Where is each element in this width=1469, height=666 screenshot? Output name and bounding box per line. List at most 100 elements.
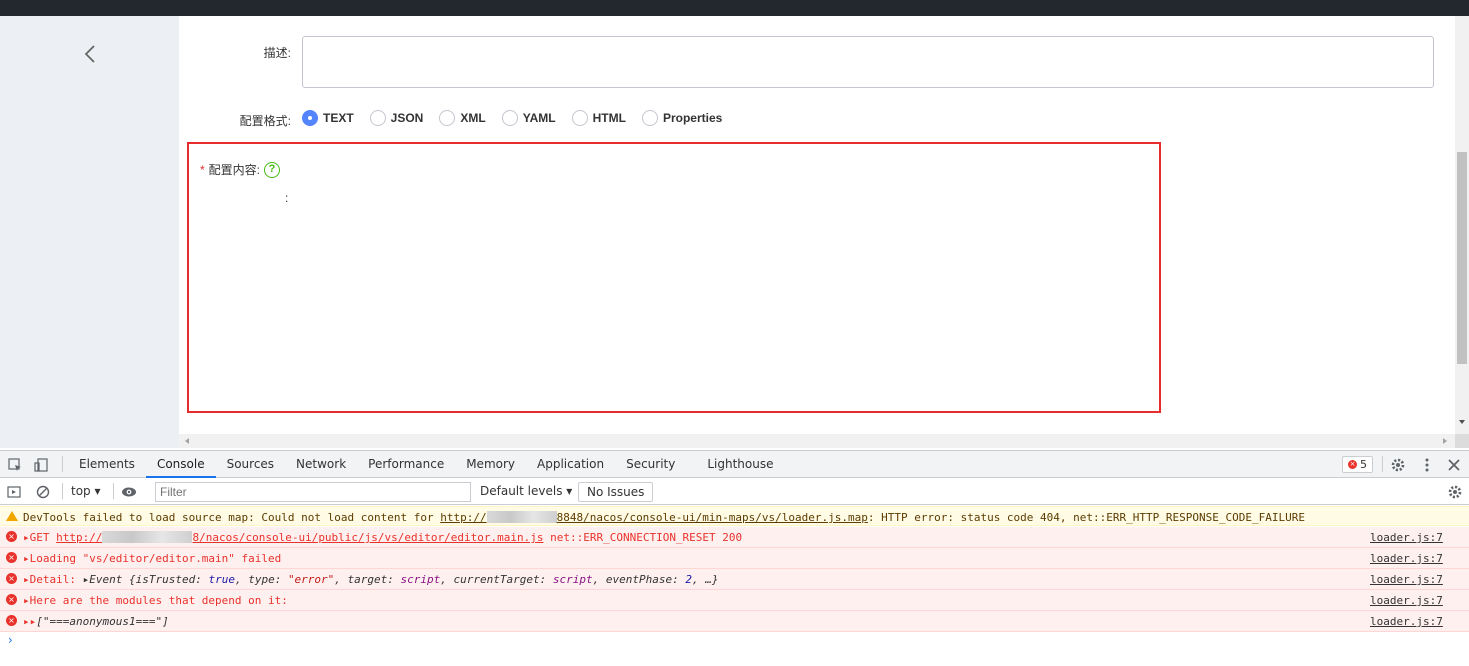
devtools-panel: Elements Console Sources Network Perform… [0, 450, 1469, 666]
warning-text: DevTools failed to load source map: Coul… [23, 511, 1305, 524]
show-sidebar-icon[interactable] [6, 484, 22, 500]
radio-label: YAML [522, 111, 556, 125]
radio-label: XML [460, 111, 486, 125]
warning-suffix: : HTTP error: status code 404, net::ERR_… [867, 511, 1305, 524]
tab-application[interactable]: Application [526, 451, 615, 478]
error-dot-icon: × [1348, 460, 1357, 469]
console-error-row[interactable]: × ▸Here are the modules that depend on i… [0, 590, 1469, 611]
divider [62, 483, 63, 499]
scrollbar-corner [1455, 434, 1469, 448]
close-devtools-icon[interactable] [1446, 457, 1462, 473]
error-count-badge[interactable]: × 5 [1342, 456, 1373, 473]
module-array[interactable]: ["===anonymous1==="] [36, 615, 168, 628]
error-message: Here are the modules that depend on it: [29, 594, 288, 607]
console-error-row[interactable]: × ▸Detail: ▸Event {isTrusted: true, type… [0, 569, 1469, 590]
source-link[interactable]: loader.js:7 [1370, 531, 1443, 544]
error-icon: × [6, 573, 17, 584]
left-panel [0, 16, 179, 448]
settings-gear-icon[interactable] [1390, 457, 1406, 473]
inspect-element-icon[interactable] [7, 457, 23, 473]
scroll-right-icon[interactable] [1443, 438, 1447, 444]
nacos-page: 描述: 配置格式: TEXT JSON XML YAML HTML Proper… [0, 16, 1469, 448]
radio-text[interactable]: TEXT [302, 110, 354, 126]
live-expression-eye-icon[interactable] [121, 484, 137, 500]
horizontal-scrollbar[interactable] [179, 434, 1455, 448]
console-error-row[interactable]: × ▸Loading "vs/editor/editor.main" faile… [0, 548, 1469, 569]
source-link[interactable]: loader.js:7 [1370, 594, 1443, 607]
error-text: ▸GET http://8/nacos/console-ui/public/js… [23, 531, 743, 544]
error-icon: × [6, 594, 17, 605]
error-status: net::ERR_CONNECTION_RESET 200 [543, 531, 743, 544]
error-url-end: 8/nacos/console-ui/public/js/vs/editor/e… [192, 531, 544, 544]
log-levels-value: Default levels [480, 484, 563, 498]
form-content: 描述: 配置格式: TEXT JSON XML YAML HTML Proper… [179, 16, 1455, 434]
console-prompt-icon[interactable]: › [8, 633, 13, 647]
error-url-link[interactable]: http:// 8/nacos/console-ui/public/js/vs/e… [56, 531, 543, 544]
radio-html[interactable]: HTML [571, 110, 626, 126]
source-link[interactable]: loader.js:7 [1370, 615, 1443, 628]
radio-properties[interactable]: Properties [641, 110, 723, 126]
tab-performance[interactable]: Performance [357, 451, 455, 478]
radio-yaml[interactable]: YAML [501, 110, 556, 126]
back-arrow-icon[interactable] [78, 42, 102, 66]
context-selector[interactable]: top ▾ [71, 484, 101, 498]
format-radio-group: TEXT JSON XML YAML HTML Properties [302, 109, 738, 127]
radio-xml[interactable]: XML [439, 110, 486, 126]
tab-console[interactable]: Console [145, 451, 216, 478]
console-filter-input[interactable] [155, 482, 471, 502]
source-link[interactable]: loader.js:7 [1370, 573, 1443, 586]
warning-prefix: DevTools failed to load source map: Coul… [23, 511, 441, 524]
error-text: ▸Loading "vs/editor/editor.main" failed [23, 552, 282, 565]
divider [113, 483, 114, 499]
vertical-scrollbar[interactable] [1455, 16, 1469, 434]
source-link[interactable]: loader.js:7 [1370, 552, 1443, 565]
devtools-tabbar: Elements Console Sources Network Perform… [0, 451, 1469, 478]
radio-dot [369, 110, 386, 126]
desc-label: 描述: [263, 46, 291, 60]
console-toolbar: top ▾ Default levels ▾ No Issues [0, 478, 1469, 505]
console-error-row[interactable]: × ▸GET http://8/nacos/console-ui/public/… [0, 527, 1469, 548]
radio-label: HTML [592, 111, 626, 125]
scroll-left-icon[interactable] [185, 438, 189, 444]
more-options-icon[interactable] [1419, 457, 1435, 473]
tab-sources[interactable]: Sources [216, 451, 285, 478]
radio-dot [439, 110, 456, 126]
content-label-text: 配置内容: [208, 163, 261, 177]
error-icon: × [6, 552, 17, 563]
devtools-tabs: Elements Console Sources Network Perform… [68, 451, 785, 478]
error-icon: × [6, 615, 17, 626]
console-settings-gear-icon[interactable] [1447, 484, 1463, 500]
desc-textarea[interactable] [302, 36, 1434, 88]
tab-lighthouse[interactable]: Lighthouse [696, 451, 784, 478]
tab-network[interactable]: Network [285, 451, 357, 478]
radio-label: TEXT [323, 111, 354, 125]
tab-security[interactable]: Security [615, 451, 686, 478]
device-toolbar-icon[interactable] [33, 457, 49, 473]
error-text: ▸Detail: ▸Event {isTrusted: true, type: … [23, 573, 719, 586]
content-highlight-box [187, 142, 1161, 413]
radio-label: JSON [390, 111, 424, 125]
help-icon[interactable]: ? [264, 161, 281, 178]
console-error-row[interactable]: × ▸▸["===anonymous1==="] loader.js:7 [0, 611, 1469, 632]
divider [62, 456, 63, 472]
tab-elements[interactable]: Elements [68, 451, 146, 478]
scrollbar-thumb[interactable] [1457, 152, 1467, 364]
warning-url-link[interactable]: http:// 8848/nacos/console-ui/min-maps/vs… [440, 511, 868, 524]
error-text: ▸▸["===anonymous1==="] [23, 615, 169, 628]
clear-console-icon[interactable] [35, 484, 51, 500]
radio-dot [501, 110, 518, 126]
error-icon: × [6, 531, 17, 542]
required-mark: * [200, 162, 205, 177]
redacted-host [102, 531, 193, 543]
event-object[interactable]: ▸Event {isTrusted: true, type: "error", … [83, 573, 719, 586]
issues-button[interactable]: No Issues [578, 482, 654, 502]
radio-label: Properties [662, 111, 723, 125]
log-levels-dropdown[interactable]: Default levels ▾ [480, 484, 572, 498]
radio-json[interactable]: JSON [369, 110, 424, 126]
tab-memory[interactable]: Memory [455, 451, 526, 478]
radio-dot [571, 110, 588, 126]
scroll-down-icon[interactable] [1459, 420, 1465, 424]
warning-icon [6, 511, 18, 521]
error-url-start: http:// [56, 531, 103, 544]
browser-top-bar [0, 0, 1469, 16]
